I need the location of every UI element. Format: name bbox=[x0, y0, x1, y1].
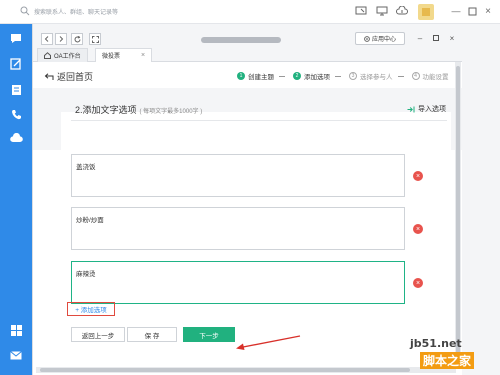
app-center-label: 应用中心 bbox=[371, 37, 396, 43]
step-connector bbox=[335, 75, 341, 77]
section-title-text: 2.添加文字选项 bbox=[75, 105, 137, 115]
tab-close-icon[interactable]: × bbox=[141, 52, 145, 59]
watermark-site: jb51.net bbox=[410, 337, 462, 350]
window-toolbar: 应用中心 – × bbox=[33, 30, 463, 48]
maximize-icon[interactable] bbox=[466, 5, 478, 17]
url-bar bbox=[201, 37, 281, 43]
tab-oa-workbench[interactable]: OA工作台 bbox=[37, 48, 88, 62]
section-divider bbox=[71, 120, 447, 121]
watermark-brand: 脚本之家 bbox=[420, 352, 475, 369]
step-label: 功能设置 bbox=[422, 74, 449, 81]
add-option-button[interactable]: + 添加选项 bbox=[67, 302, 115, 316]
step-number: 4 bbox=[411, 72, 420, 80]
option-input-2[interactable]: 炒粉/炒面 bbox=[71, 207, 405, 250]
refresh-icon[interactable] bbox=[71, 33, 83, 45]
window-minimize-icon[interactable]: – bbox=[415, 32, 425, 44]
scroll-thumb[interactable] bbox=[456, 66, 460, 366]
import-icon bbox=[407, 106, 415, 112]
step-progress: 1 创建主题 2 添加选项 3 选择参与人 4 功能设置 bbox=[237, 71, 457, 81]
search-placeholder: 搜索联系人、群组、聊天记录等 bbox=[34, 10, 119, 16]
import-label: 导入选项 bbox=[418, 106, 446, 113]
oa-window: 应用中心 – × OA工作台 微投票 × 返回首页 1 创建主题 2 添加选项 … bbox=[32, 24, 463, 375]
mail-icon[interactable] bbox=[8, 347, 24, 363]
app-center-icon bbox=[364, 35, 370, 42]
vertical-scrollbar[interactable] bbox=[455, 62, 461, 367]
phone-icon[interactable] bbox=[8, 106, 24, 122]
save-button[interactable]: 保 存 bbox=[127, 327, 177, 342]
right-pane bbox=[462, 24, 500, 375]
monitor-icon[interactable] bbox=[376, 5, 388, 17]
section-title: 2.添加文字选项( 每项文字最多1000字 ) bbox=[75, 103, 202, 116]
step-3: 3 选择参与人 bbox=[349, 71, 404, 81]
step-connector bbox=[397, 75, 404, 77]
prev-step-button[interactable]: 返回上一步 bbox=[71, 327, 125, 342]
avatar[interactable] bbox=[418, 4, 434, 20]
close-icon[interactable]: × bbox=[482, 5, 494, 17]
step-1: 1 创建主题 bbox=[237, 71, 285, 81]
home-icon bbox=[44, 52, 51, 59]
window-close-icon[interactable]: × bbox=[447, 32, 457, 44]
back-home-link[interactable]: 返回首页 bbox=[44, 70, 93, 83]
tab-label: 微投票 bbox=[102, 54, 121, 60]
document-icon[interactable] bbox=[8, 82, 24, 98]
screen-icon[interactable] bbox=[355, 5, 367, 17]
cloud-icon[interactable] bbox=[8, 130, 24, 146]
back-nav-icon[interactable] bbox=[41, 33, 53, 45]
step-number: 2 bbox=[293, 72, 301, 80]
minimize-icon[interactable]: — bbox=[450, 5, 462, 17]
step-connector bbox=[279, 75, 285, 77]
next-step-button[interactable]: 下一步 bbox=[183, 327, 235, 342]
option-input-3[interactable]: 麻辣烫 bbox=[71, 261, 405, 304]
step-number: 1 bbox=[237, 72, 245, 80]
app-center-button[interactable]: 应用中心 bbox=[355, 32, 405, 45]
step-4: 4 功能设置 bbox=[411, 71, 449, 81]
forward-nav-icon[interactable] bbox=[55, 33, 67, 45]
edit-icon[interactable] bbox=[8, 56, 24, 72]
left-nav bbox=[0, 24, 32, 375]
delete-option-2-icon[interactable]: × bbox=[413, 224, 423, 234]
step-label: 添加选项 bbox=[304, 74, 330, 81]
option-input-1[interactable]: 盖浇饭 bbox=[71, 154, 405, 197]
step-label: 选择参与人 bbox=[360, 74, 393, 81]
delete-option-3-icon[interactable]: × bbox=[413, 278, 423, 288]
scroll-thumb[interactable] bbox=[40, 368, 410, 372]
horizontal-scrollbar[interactable] bbox=[36, 367, 456, 373]
step-number: 3 bbox=[349, 72, 357, 80]
step-label: 创建主题 bbox=[248, 74, 274, 81]
section-hint: ( 每项文字最多1000字 ) bbox=[139, 109, 203, 115]
chat-icon[interactable] bbox=[8, 30, 24, 46]
search-icon bbox=[20, 6, 30, 16]
import-options-button[interactable]: 导入选项 bbox=[407, 104, 446, 114]
apps-grid-icon[interactable] bbox=[8, 322, 24, 338]
tab-label: OA工作台 bbox=[54, 54, 81, 60]
search-box[interactable]: 搜索联系人、群组、聊天记录等 bbox=[20, 6, 200, 18]
tab-strip: OA工作台 微投票 × bbox=[33, 48, 463, 62]
step-2: 2 添加选项 bbox=[293, 71, 341, 81]
delete-option-1-icon[interactable]: × bbox=[413, 171, 423, 181]
tab-voting[interactable]: 微投票 × bbox=[95, 48, 153, 62]
window-maximize-icon[interactable] bbox=[431, 32, 441, 44]
back-home-label: 返回首页 bbox=[57, 72, 94, 82]
cloud-download-icon[interactable] bbox=[396, 5, 408, 17]
fullscreen-icon[interactable] bbox=[89, 33, 101, 45]
top-bar: 搜索联系人、群组、聊天记录等 — × bbox=[0, 0, 500, 24]
return-arrow-icon bbox=[44, 72, 54, 80]
